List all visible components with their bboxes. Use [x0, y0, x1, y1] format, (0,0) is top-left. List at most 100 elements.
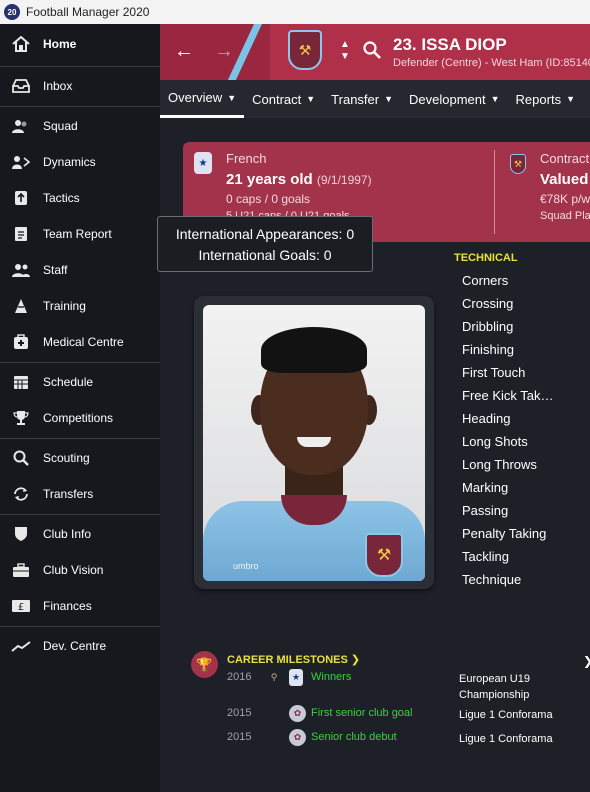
- sidebar-item-dynamics[interactable]: Dynamics: [0, 144, 160, 180]
- money-icon: £: [10, 597, 32, 615]
- attribute-long-throws[interactable]: Long Throws: [462, 453, 590, 476]
- sidebar-item-inbox[interactable]: Inbox: [0, 68, 160, 104]
- attribute-penalty-taking[interactable]: Penalty Taking: [462, 522, 590, 545]
- attribute-dribbling[interactable]: Dribbling: [462, 315, 590, 338]
- chevron-down-icon: ▼: [384, 94, 394, 104]
- divider: [494, 150, 495, 234]
- contract-title[interactable]: Contract: [540, 151, 589, 166]
- sidebar-item-label: Inbox: [43, 79, 73, 93]
- contract-wage: €78K p/w: [540, 192, 590, 206]
- caps-tooltip: International Appearances: 0 Internation…: [157, 216, 373, 272]
- sidebar-item-label: Dev. Centre: [43, 639, 107, 653]
- milestone-event[interactable]: First senior club goal: [311, 707, 413, 719]
- sidebar-item-label: Home: [43, 37, 77, 51]
- chevron-down-icon: ▼: [227, 92, 237, 103]
- milestone-competition[interactable]: Ligue 1 Conforama: [459, 707, 579, 723]
- sidebar-item-squad[interactable]: Squad: [0, 108, 160, 144]
- divider: [0, 438, 160, 439]
- home-icon: [10, 35, 32, 53]
- sidebar-item-schedule[interactable]: Schedule: [0, 364, 160, 400]
- forward-arrow-icon[interactable]: →: [214, 40, 234, 63]
- dynamics-icon: [10, 153, 32, 171]
- player-name: 23. ISSA DIOP: [393, 35, 507, 54]
- dev-centre-icon: [10, 637, 32, 655]
- sidebar-item-team-report[interactable]: Team Report: [0, 216, 160, 252]
- tab-development[interactable]: Development ▼: [401, 80, 508, 118]
- sidebar-item-club-info[interactable]: Club Info: [0, 516, 160, 552]
- sidebar-item-label: Team Report: [43, 227, 112, 241]
- tab-contract[interactable]: Contract ▼: [244, 80, 323, 118]
- sidebar-item-label: Club Info: [43, 527, 92, 541]
- divider: [0, 66, 160, 67]
- sidebar-item-label: Staff: [43, 263, 68, 277]
- sidebar-item-staff[interactable]: Staff: [0, 252, 160, 288]
- ligue1-icon: ✿: [289, 705, 306, 722]
- attribute-crossing[interactable]: Crossing: [462, 292, 590, 315]
- milestone-event[interactable]: Winners: [311, 671, 351, 683]
- player-subtitle: Defender (Centre) - West Ham (ID:85140: [393, 57, 590, 69]
- chevron-down-icon[interactable]: ❯: [583, 654, 590, 668]
- technical-heading: TECHNICAL: [454, 252, 518, 264]
- sidebar-item-medical-centre[interactable]: Medical Centre: [0, 324, 160, 360]
- sidebar-item-dev-centre[interactable]: Dev. Centre: [0, 628, 160, 664]
- divider: [0, 514, 160, 515]
- attribute-passing[interactable]: Passing: [462, 499, 590, 522]
- search-icon[interactable]: [363, 41, 381, 64]
- divider: [0, 362, 160, 363]
- attribute-free-kick-taking[interactable]: Free Kick Tak…: [462, 384, 590, 407]
- sidebar-item-home[interactable]: Home: [0, 24, 160, 64]
- shirt-maker-logo: umbro: [233, 561, 259, 571]
- sidebar-item-tactics[interactable]: Tactics: [0, 180, 160, 216]
- sidebar: Home Inbox Squad Dynamics Tactics Team R…: [0, 24, 160, 792]
- svg-text:£: £: [18, 602, 24, 613]
- international-caps[interactable]: 0 caps / 0 goals: [226, 192, 310, 206]
- milestone-competition[interactable]: European U19 Championship: [459, 671, 579, 703]
- french-federation-icon: ★: [194, 152, 212, 174]
- squad-role: Squad Pla: [540, 210, 590, 222]
- trophy-icon: 🏆: [191, 651, 218, 678]
- tab-label: Overview: [168, 90, 223, 105]
- sidebar-item-finances[interactable]: £ Finances: [0, 588, 160, 624]
- attribute-corners[interactable]: Corners: [462, 269, 590, 292]
- inbox-icon: [10, 77, 32, 95]
- back-arrow-icon[interactable]: ←: [174, 40, 194, 63]
- tab-transfer[interactable]: Transfer ▼: [323, 80, 401, 118]
- title-bar: 20 Football Manager 2020: [0, 0, 590, 24]
- career-milestones-link[interactable]: CAREER MILESTONES ❯: [227, 653, 360, 666]
- shirt-crest-icon: ⚒: [365, 533, 403, 577]
- milestone-event[interactable]: Senior club debut: [311, 731, 397, 743]
- tab-overview[interactable]: Overview ▼: [160, 80, 245, 118]
- attribute-technique[interactable]: Technique: [462, 568, 590, 591]
- attribute-long-shots[interactable]: Long Shots: [462, 430, 590, 453]
- photo-smile: [297, 437, 331, 447]
- staff-icon: [10, 261, 32, 279]
- chevron-up-down-icon[interactable]: ▲ ▼: [340, 39, 350, 63]
- sidebar-item-club-vision[interactable]: Club Vision: [0, 552, 160, 588]
- club-crest[interactable]: ⚒: [288, 30, 322, 70]
- squad-icon: [10, 117, 32, 135]
- chevron-down-icon: ▼: [566, 94, 575, 104]
- sidebar-item-transfers[interactable]: Transfers: [0, 476, 160, 512]
- technical-attribute-list: Corners Crossing Dribbling Finishing Fir…: [462, 269, 590, 591]
- age: 21 years old (9/1/1997): [226, 171, 372, 188]
- date-of-birth: (9/1/1997): [316, 173, 372, 187]
- sidebar-item-scouting[interactable]: Scouting: [0, 440, 160, 476]
- sidebar-item-label: Competitions: [43, 411, 114, 425]
- milestone-competition[interactable]: Ligue 1 Conforama: [459, 731, 579, 747]
- nationality[interactable]: French: [226, 151, 266, 166]
- attribute-marking[interactable]: Marking: [462, 476, 590, 499]
- divider: [0, 626, 160, 627]
- sidebar-item-training[interactable]: Training: [0, 288, 160, 324]
- attribute-finishing[interactable]: Finishing: [462, 338, 590, 361]
- tab-label: Development: [409, 91, 486, 107]
- sidebar-item-competitions[interactable]: Competitions: [0, 400, 160, 436]
- attribute-tackling[interactable]: Tackling: [462, 545, 590, 568]
- attribute-first-touch[interactable]: First Touch: [462, 361, 590, 384]
- transfer-icon: [10, 485, 32, 503]
- shield-icon: [10, 525, 32, 543]
- tab-reports[interactable]: Reports ▼: [508, 80, 583, 118]
- player-photo: ⚒ umbro: [203, 305, 425, 581]
- attribute-heading[interactable]: Heading: [462, 407, 590, 430]
- age-value: 21 years old: [226, 171, 313, 188]
- french-federation-icon: ★: [289, 669, 303, 686]
